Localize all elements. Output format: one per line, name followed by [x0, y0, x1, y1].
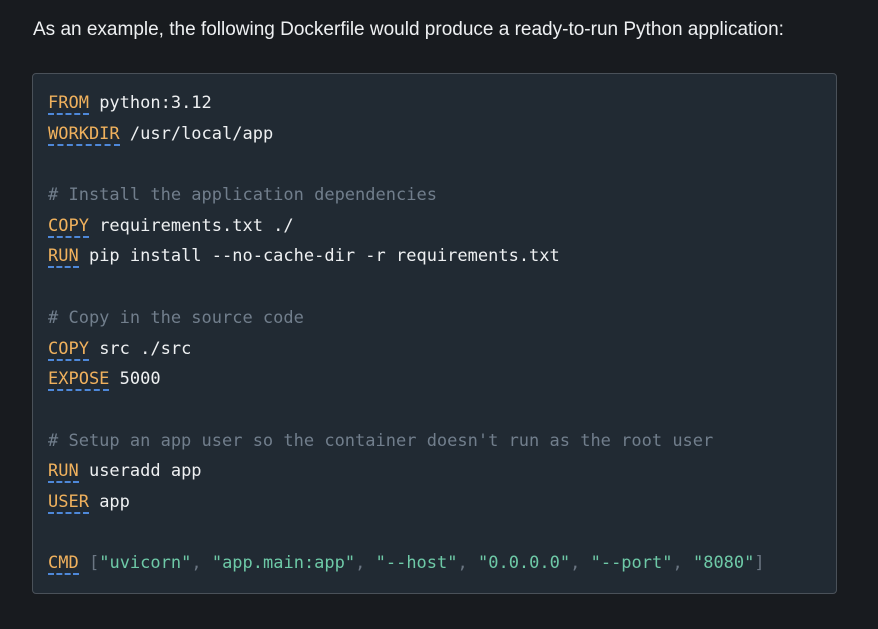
copy-src-value: src ./src	[88, 338, 192, 359]
cmd-close-bracket: ]	[754, 553, 765, 574]
cmd-keyword-link[interactable]: CMD	[48, 553, 79, 576]
code-line-run-pip: RUN pip install --no-cache-dir -r requir…	[48, 241, 765, 272]
workdir-value: /usr/local/app	[119, 123, 274, 144]
code-line-from: FROM python:3.12	[48, 88, 765, 119]
cmd-arg: "uvicorn"	[99, 553, 192, 574]
workdir-keyword-link[interactable]: WORKDIR	[48, 123, 120, 146]
code-line-cmd: CMD ["uvicorn", "app.main:app", "--host"…	[48, 548, 765, 579]
code-line-expose: EXPOSE 5000	[48, 364, 765, 395]
cmd-separator: ,	[355, 553, 376, 574]
cmd-separator: ,	[457, 553, 478, 574]
cmd-arg: "app.main:app"	[211, 553, 356, 574]
run-useradd-value: useradd app	[78, 461, 202, 482]
comment-copy-source: # Copy in the source code	[48, 307, 304, 328]
user-keyword-link[interactable]: USER	[48, 491, 89, 514]
cmd-arg: "--host"	[375, 553, 458, 574]
code-line-comment-user: # Setup an app user so the container doe…	[48, 426, 765, 457]
cmd-separator: ,	[672, 553, 693, 574]
code-line-copy-requirements: COPY requirements.txt ./	[48, 211, 765, 242]
intro-paragraph: As an example, the following Dockerfile …	[33, 19, 784, 40]
expose-keyword-link[interactable]: EXPOSE	[48, 369, 110, 392]
cmd-separator: ,	[191, 553, 212, 574]
cmd-separator: ,	[570, 553, 591, 574]
code-line-copy-src: COPY src ./src	[48, 334, 765, 365]
copy-requirements-value: requirements.txt ./	[88, 215, 294, 236]
dockerfile-code-block: FROM python:3.12 WORKDIR /usr/local/app #…	[32, 73, 837, 594]
from-value: python:3.12	[88, 93, 212, 113]
copy-keyword-link[interactable]: COPY	[48, 338, 89, 361]
cmd-open-bracket: [	[88, 553, 100, 574]
cmd-arg: "8080"	[692, 553, 755, 574]
run-keyword-link[interactable]: RUN	[48, 461, 79, 484]
user-value: app	[88, 491, 130, 512]
cmd-arg: "0.0.0.0"	[477, 553, 571, 574]
run-keyword-link[interactable]: RUN	[48, 246, 79, 269]
expose-value: 5000	[109, 369, 161, 390]
comment-app-user: # Setup an app user so the container doe…	[48, 430, 714, 451]
code-line-workdir: WORKDIR /usr/local/app	[48, 119, 765, 150]
copy-keyword-link[interactable]: COPY	[48, 215, 89, 238]
cmd-arg: "--port"	[590, 553, 673, 574]
code-line-comment-src: # Copy in the source code	[48, 303, 765, 334]
dockerfile-code: FROM python:3.12 WORKDIR /usr/local/app #…	[48, 88, 765, 579]
run-pip-value: pip install --no-cache-dir -r requiremen…	[78, 246, 560, 267]
code-line-comment-deps: # Install the application dependencies	[48, 180, 765, 211]
comment-install-deps: # Install the application dependencies	[48, 185, 437, 206]
code-line-run-useradd: RUN useradd app	[48, 456, 765, 487]
from-keyword-link[interactable]: FROM	[48, 93, 89, 115]
code-line-user: USER app	[48, 487, 765, 518]
